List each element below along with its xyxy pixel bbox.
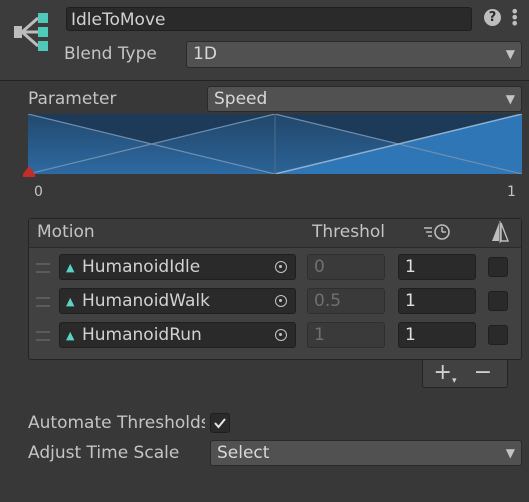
plus-icon: + — [433, 360, 452, 385]
motion-clip-name: HumanoidIdle — [82, 257, 201, 277]
blend-tree-icon — [14, 13, 48, 51]
row-drag-handle[interactable] — [36, 331, 50, 341]
time-scale-field[interactable]: 1 — [398, 322, 476, 348]
threshold-field: 0 — [307, 254, 385, 280]
threshold-field: 0.5 — [307, 288, 385, 314]
motion-clip-name: HumanoidWalk — [82, 291, 210, 311]
chevron-down-icon: ▼ — [505, 47, 515, 61]
adjust-time-scale-label: Adjust Time Scale — [28, 443, 180, 463]
mirror-column-icon — [492, 221, 510, 243]
animation-clip-icon: ▲ — [66, 295, 75, 308]
motion-clip-field[interactable]: ▲ HumanoidWalk — [59, 288, 296, 314]
parameter-marker-icon[interactable] — [22, 166, 36, 178]
checkmark-icon — [214, 418, 226, 429]
graph-max-label: 1 — [507, 184, 516, 200]
row-drag-handle[interactable] — [36, 297, 50, 307]
parameter-label: Parameter — [28, 89, 117, 109]
automate-thresholds-label: Automate Thresholds — [28, 413, 205, 433]
animation-clip-icon: ▲ — [66, 261, 75, 274]
threshold-field: 1 — [307, 322, 385, 348]
object-picker-icon[interactable] — [275, 261, 287, 273]
threshold-column-header: Threshol — [312, 222, 385, 242]
motion-clip-name: HumanoidRun — [82, 325, 202, 345]
time-scale-column-icon — [424, 224, 450, 240]
kebab-menu-icon[interactable]: • • • — [510, 4, 519, 32]
motion-clip-field[interactable]: ▲ HumanoidIdle — [59, 254, 296, 280]
mirror-checkbox[interactable] — [488, 257, 508, 277]
add-motion-button[interactable]: +▾ — [432, 360, 458, 388]
motion-clip-field[interactable]: ▲ HumanoidRun — [59, 322, 296, 348]
blend-type-value: 1D — [193, 44, 217, 64]
remove-motion-button[interactable]: − — [470, 360, 496, 388]
dropdown-caret-icon: ▾ — [451, 376, 457, 386]
minus-icon: − — [473, 360, 493, 385]
blend-type-label: Blend Type — [64, 44, 157, 64]
motion-column-header: Motion — [37, 222, 95, 242]
adjust-time-scale-dropdown[interactable]: Select ▼ — [210, 440, 522, 466]
chevron-down-icon: ▼ — [505, 446, 515, 460]
time-scale-field[interactable]: 1 — [398, 288, 476, 314]
automate-thresholds-checkbox[interactable] — [210, 413, 230, 433]
blend-type-dropdown[interactable]: 1D ▼ — [186, 41, 522, 68]
help-icon[interactable]: ? — [484, 9, 501, 26]
mirror-checkbox[interactable] — [488, 325, 508, 345]
blend-tree-name-field[interactable]: IdleToMove — [66, 7, 472, 31]
graph-min-label: 0 — [34, 184, 43, 200]
adjust-time-scale-value: Select — [217, 443, 270, 463]
object-picker-icon[interactable] — [275, 295, 287, 307]
row-drag-handle[interactable] — [36, 263, 50, 273]
parameter-dropdown[interactable]: Speed ▼ — [207, 86, 522, 112]
object-picker-icon[interactable] — [275, 329, 287, 341]
chevron-down-icon: ▼ — [505, 92, 515, 106]
time-scale-field[interactable]: 1 — [398, 254, 476, 280]
mirror-checkbox[interactable] — [488, 291, 508, 311]
parameter-value: Speed — [214, 89, 268, 109]
animation-clip-icon: ▲ — [66, 329, 75, 342]
blend-graph[interactable] — [28, 114, 522, 174]
